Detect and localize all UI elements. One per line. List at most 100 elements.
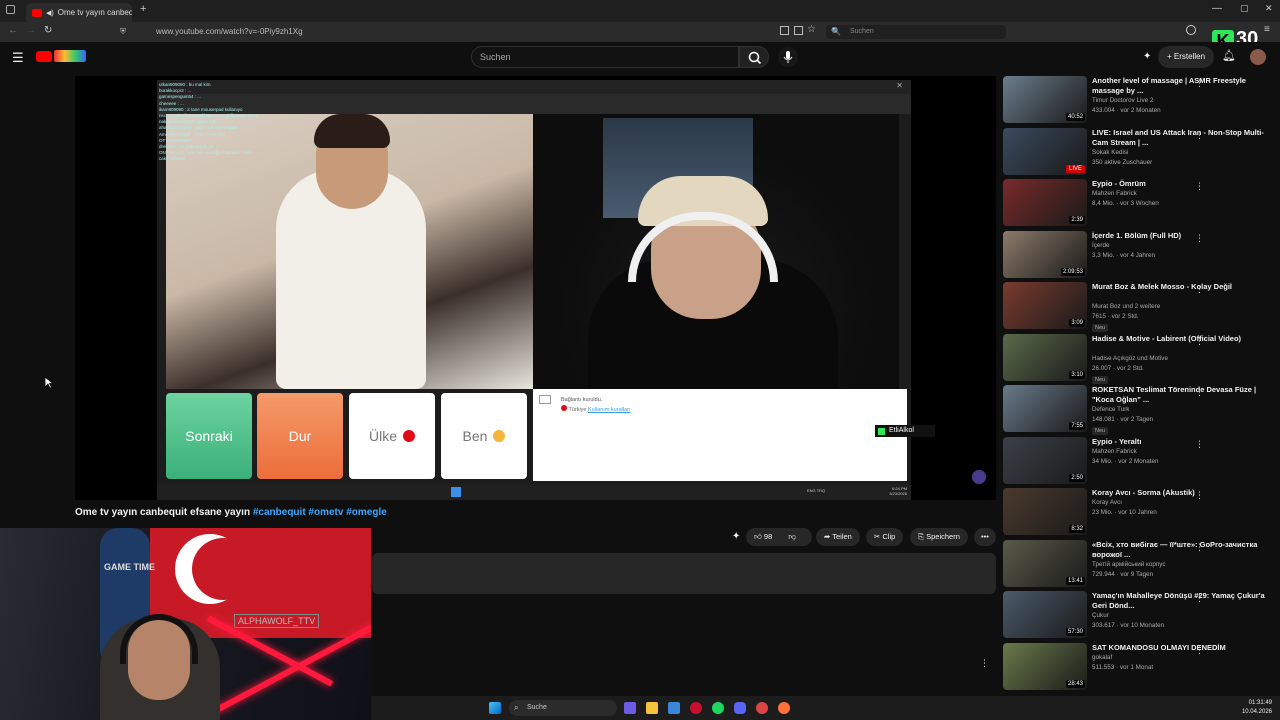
more-vertical-icon[interactable]: ⋮ xyxy=(1195,336,1204,347)
recommendation-channel[interactable]: Timur Doctorov Live 2 xyxy=(1092,97,1153,104)
video-hashtags[interactable]: #canbequit #ometv #omegle xyxy=(253,507,387,518)
recommendation-item[interactable]: 28:43 SAT KOMANDOSU OLMAYI DENEDİM gokalaf… xyxy=(1003,642,1268,693)
video-thumbnail[interactable]: 2:09:53 xyxy=(1003,230,1087,278)
spotify-icon[interactable] xyxy=(712,702,724,714)
recommendation-channel[interactable]: Sokak Kedisi xyxy=(1092,149,1128,156)
file-explorer-icon[interactable] xyxy=(646,702,658,714)
recommendation-title[interactable]: SAT KOMANDOSU OLMAYI DENEDİM xyxy=(1092,643,1267,653)
more-vertical-icon[interactable]: ⋮ xyxy=(1195,284,1204,295)
recommendation-item[interactable]: 2:09:53 İçerde 1. Bölüm (Full HD) İçerde 3,… xyxy=(1003,230,1268,281)
more-vertical-icon[interactable]: ⋮ xyxy=(1195,542,1204,553)
recommendation-item[interactable]: 57:30 Yamaç'ın Mahalleye Dönüşü #29: Yama… xyxy=(1003,591,1268,641)
recommendation-title[interactable]: LIVE: Israel and US Attack Iran - Non-St… xyxy=(1092,128,1267,148)
notifications-bell-icon[interactable]: 🔔︎ xyxy=(1222,49,1236,62)
more-actions-button[interactable]: ••• xyxy=(974,528,996,546)
video-player[interactable]: ✕ utkan909090 : bu mal kim burakkocpr2 : … xyxy=(75,76,996,500)
video-thumbnail[interactable]: 3:09 xyxy=(1003,282,1087,329)
recommendation-item[interactable]: 3:09 Murat Boz & Melek Mosso - Kolay Deği… xyxy=(1003,282,1268,332)
video-thumbnail[interactable]: 13:41 xyxy=(1003,539,1087,587)
recommendation-title[interactable]: «Всіх, хто вибігає — її*ште»: GoPro-зачи… xyxy=(1092,540,1267,560)
recommendation-item[interactable]: 2:39 Eypio - Ömrüm Mahzen Fabrick 8,4 Mio. … xyxy=(1003,179,1268,229)
recommendation-channel[interactable]: Murat Boz und 2 weitere xyxy=(1092,303,1160,310)
back-icon[interactable]: ← xyxy=(8,25,18,36)
tab-list-icon[interactable] xyxy=(6,5,15,14)
more-vertical-icon[interactable]: ⋮ xyxy=(1195,387,1204,398)
more-vertical-icon[interactable]: ⋮ xyxy=(1195,593,1204,604)
taskbar-search[interactable]: ⌕ Suche xyxy=(509,700,617,716)
recommendation-item[interactable]: 2:50 Eypio - Yeraltı Mahzen Fabrick 34 Mio.… xyxy=(1003,436,1268,487)
recommendation-title[interactable]: Eypio - Yeraltı xyxy=(1092,437,1267,447)
bookmark-star-icon[interactable]: ☆ xyxy=(807,24,816,35)
app-icon[interactable] xyxy=(756,702,768,714)
more-vertical-icon[interactable]: ⋮ xyxy=(1195,233,1204,244)
recommendation-channel[interactable]: Defence Turk xyxy=(1092,406,1129,413)
recommendation-channel[interactable]: gokalaf xyxy=(1092,654,1112,661)
browser-search-field[interactable]: 🔍 Suchen xyxy=(826,25,1006,39)
video-thumbnail[interactable]: 40:52 xyxy=(1003,76,1087,123)
browser-tab-active[interactable]: ◀) Ome tv yayın canbequit efs ✕ xyxy=(26,3,132,22)
recommendation-title[interactable]: Yamaç'ın Mahalleye Dönüşü #29: Yamaç Çuk… xyxy=(1092,591,1267,611)
account-icon[interactable] xyxy=(1186,25,1196,35)
recommendation-item[interactable]: 7:55 ROKETSAN Teslimat Töreninde Devasa F… xyxy=(1003,385,1268,435)
picture-in-picture-icon[interactable] xyxy=(794,26,803,35)
more-vertical-icon[interactable]: ⋮ xyxy=(1195,78,1204,89)
browser-menu-icon[interactable]: ≡ xyxy=(1264,24,1270,35)
share-button[interactable]: ➦ Teilen xyxy=(816,528,860,546)
avatar[interactable] xyxy=(1250,49,1266,65)
recommendation-channel[interactable]: Hadise Açıkgöz und Motive xyxy=(1092,355,1168,362)
opera-icon[interactable] xyxy=(690,702,702,714)
recommendation-title[interactable]: Murat Boz & Melek Mosso - Kolay Değil xyxy=(1092,282,1267,292)
recommendation-title[interactable]: Another level of massage | ASMR Freestyl… xyxy=(1092,76,1267,96)
cast-icon[interactable]: ✦ xyxy=(1143,51,1151,62)
maximize-icon[interactable]: ▢ xyxy=(1240,3,1249,14)
recommendation-channel[interactable]: İçerde xyxy=(1092,242,1110,249)
premium-sparkle-icon[interactable]: ✦ xyxy=(732,531,740,542)
description-box[interactable] xyxy=(372,553,996,594)
like-button[interactable]: 👍︎ 98 xyxy=(754,532,772,541)
audio-icon[interactable]: ◀) xyxy=(46,9,54,17)
youtube-doodle-logo[interactable] xyxy=(54,50,86,62)
video-thumbnail[interactable]: 3:10 xyxy=(1003,333,1087,381)
url-field[interactable]: ⛨ www.youtube.com/watch?v=-0Piy9zh1Xg xyxy=(118,24,778,40)
store-icon[interactable] xyxy=(668,702,680,714)
recommendation-channel[interactable]: Третій армійський корпус xyxy=(1092,561,1166,568)
youtube-search-button[interactable] xyxy=(739,46,769,68)
recommendation-channel[interactable]: Mahzen Fabrick xyxy=(1092,190,1137,197)
video-thumbnail[interactable]: LIVE xyxy=(1003,127,1087,175)
video-thumbnail[interactable]: 28:43 xyxy=(1003,642,1087,690)
recommendation-item[interactable]: 3:10 Hadise & Motive - Labirent (Official… xyxy=(1003,333,1268,384)
recommendation-item[interactable]: 8:32 Koray Avcı - Sorma (Akustik) Koray Av… xyxy=(1003,488,1268,538)
more-vertical-icon[interactable]: ⋮ xyxy=(1195,130,1204,141)
recommendation-item[interactable]: 40:52 Another level of massage | ASMR Fre… xyxy=(1003,76,1268,126)
more-vertical-icon[interactable]: ⋮ xyxy=(1195,645,1204,656)
dislike-button[interactable]: 👎︎ xyxy=(788,532,796,541)
discord-icon[interactable] xyxy=(734,702,746,714)
more-vertical-icon[interactable]: ⋮ xyxy=(1195,181,1204,192)
hamburger-menu-icon[interactable]: ☰ xyxy=(12,50,24,66)
firefox-icon[interactable] xyxy=(778,702,790,714)
close-window-icon[interactable]: ✕ xyxy=(1265,3,1273,14)
comments-more-icon[interactable]: ⋮ xyxy=(980,658,989,669)
new-tab-icon[interactable]: + xyxy=(140,3,146,15)
recommendation-channel[interactable]: Mahzen Fabrick xyxy=(1092,448,1137,455)
create-button[interactable]: + Erstellen xyxy=(1158,46,1214,68)
taskbar-clock[interactable]: 01:31:49 10.04.2026 xyxy=(1242,699,1272,717)
forward-icon[interactable]: → xyxy=(26,25,36,36)
recommendation-channel[interactable]: Çukur xyxy=(1092,612,1109,619)
reader-view-icon[interactable] xyxy=(780,26,789,35)
recommendation-title[interactable]: Hadise & Motive - Labirent (Official Vid… xyxy=(1092,334,1267,344)
reload-icon[interactable]: ↻ xyxy=(44,25,52,36)
recommendation-title[interactable]: Koray Avcı - Sorma (Akustik) xyxy=(1092,488,1267,498)
save-button[interactable]: ⎘ Speichern xyxy=(910,528,968,546)
more-vertical-icon[interactable]: ⋮ xyxy=(1195,490,1204,501)
recommendation-item[interactable]: LIVE LIVE: Israel and US Attack Iran - No… xyxy=(1003,127,1268,178)
video-thumbnail[interactable]: 57:30 xyxy=(1003,591,1087,638)
video-thumbnail[interactable]: 8:32 xyxy=(1003,488,1087,535)
clip-button[interactable]: ✂ Clip xyxy=(866,528,904,546)
recommendation-channel[interactable]: Koray Avcı xyxy=(1092,499,1122,506)
recommendation-title[interactable]: Eypio - Ömrüm xyxy=(1092,179,1267,189)
minimize-icon[interactable]: — xyxy=(1212,3,1222,14)
video-thumbnail[interactable]: 2:50 xyxy=(1003,436,1087,484)
teams-icon[interactable] xyxy=(624,702,636,714)
windows-start-button[interactable] xyxy=(489,702,501,714)
